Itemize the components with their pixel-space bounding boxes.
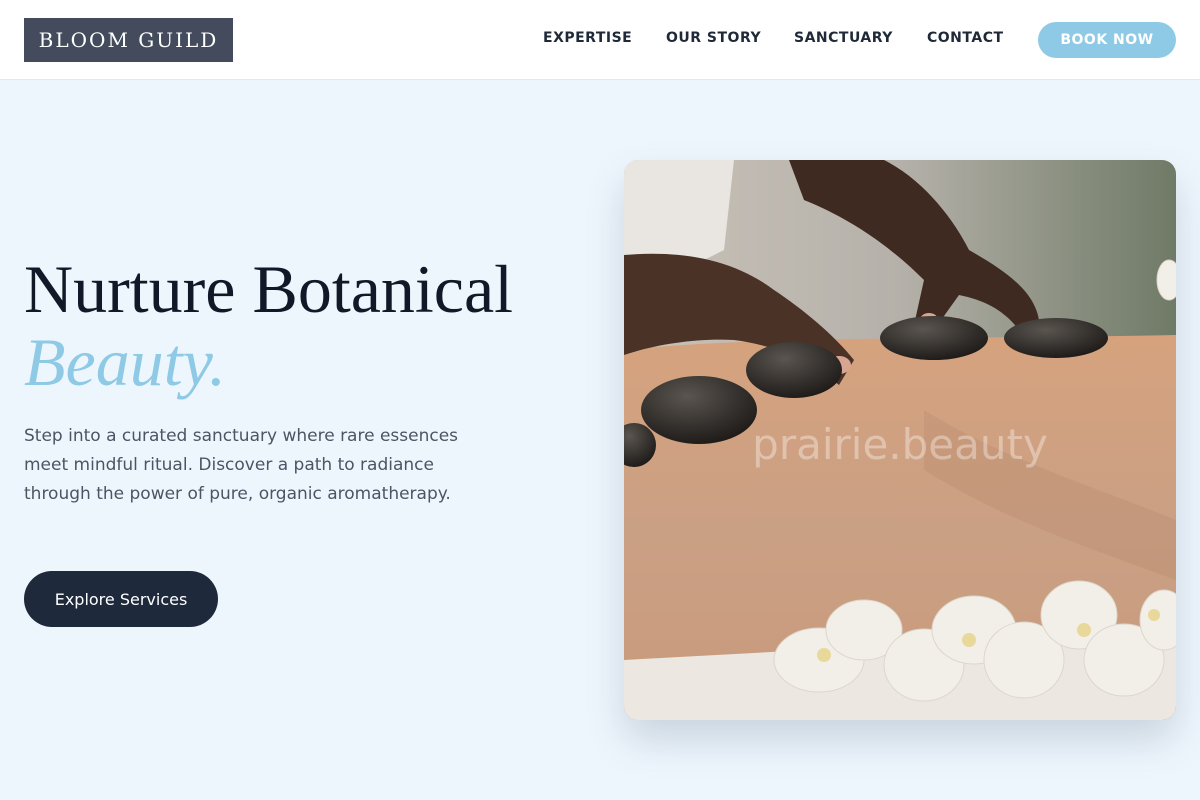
image-watermark: prairie.beauty: [752, 420, 1048, 469]
explore-services-button[interactable]: Explore Services: [24, 571, 218, 627]
main-nav: EXPERTISE OUR STORY SANCTUARY CONTACT: [0, 0, 1200, 80]
hero-title: Nurture Botanical: [24, 251, 514, 327]
hero-description: Step into a curated sanctuary where rare…: [24, 426, 459, 504]
nav-link-sanctuary[interactable]: SANCTUARY: [794, 30, 893, 46]
site-header: BLOOM GUILD EXPERTISE OUR STORY SANCTUAR…: [0, 0, 1200, 80]
nav-link-our-story[interactable]: OUR STORY: [666, 30, 761, 46]
book-now-button[interactable]: BOOK NOW: [1038, 22, 1176, 58]
nav-link-expertise[interactable]: EXPERTISE: [543, 30, 632, 46]
nav-link-contact[interactable]: CONTACT: [927, 30, 1004, 46]
hero-title-accent: Beauty.: [24, 324, 227, 400]
hero-image: prairie.beauty: [624, 160, 1176, 720]
